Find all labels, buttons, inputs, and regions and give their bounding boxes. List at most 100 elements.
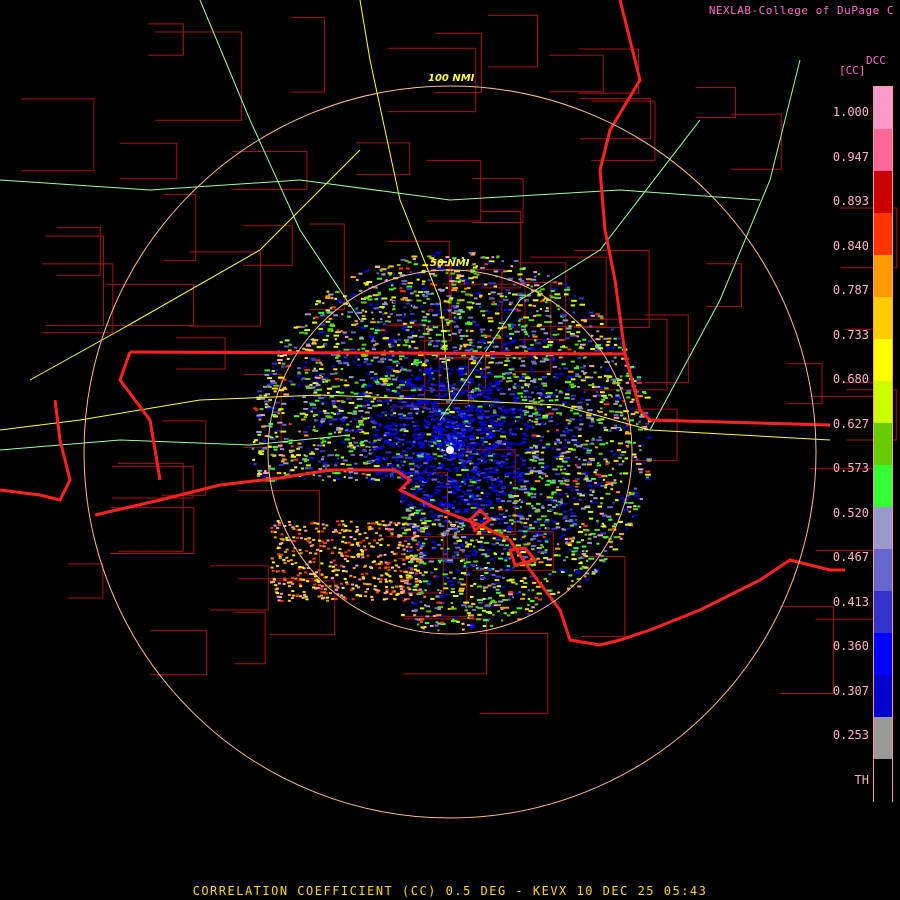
radar-echo (328, 293, 334, 296)
radar-echo (275, 435, 279, 438)
radar-echo (525, 299, 529, 302)
radar-echo (536, 540, 542, 542)
radar-echo (448, 486, 452, 489)
radar-echo (415, 378, 419, 381)
radar-echo (464, 287, 467, 290)
radar-echo (532, 535, 538, 538)
radar-echo (397, 522, 401, 525)
radar-echo (486, 416, 490, 419)
radar-echo (525, 333, 529, 336)
radar-echo (575, 456, 578, 459)
radar-echo (516, 397, 520, 400)
radar-echo (418, 329, 421, 332)
radar-echo (569, 524, 574, 527)
radar-echo (369, 371, 374, 373)
radar-echo (498, 557, 504, 560)
radar-echo (447, 356, 451, 359)
radar-echo (297, 375, 300, 378)
radar-echo (313, 391, 318, 394)
radar-echo (364, 283, 369, 286)
radar-echo (494, 553, 498, 556)
radar-echo (423, 470, 428, 473)
radar-echo (384, 440, 390, 443)
radar-echo (554, 293, 561, 296)
radar-echo (556, 448, 561, 451)
radar-echo (512, 373, 516, 376)
radar-echo (404, 417, 410, 420)
radar-echo (375, 542, 379, 545)
radar-echo (490, 404, 495, 407)
radar-echo (288, 380, 293, 383)
radar-echo (531, 606, 535, 609)
radar-echo (535, 423, 542, 426)
radar-echo (435, 417, 439, 420)
radar-echo (452, 391, 457, 394)
radar-echo (619, 537, 623, 540)
radar-echo (459, 345, 463, 348)
radar-echo (496, 585, 502, 588)
radar-echo (475, 551, 478, 554)
radar-echo (431, 292, 434, 295)
radar-echo (625, 381, 629, 384)
radar-echo (389, 399, 392, 402)
radar-echo (352, 446, 356, 449)
radar-echo (308, 467, 313, 470)
radar-echo (603, 396, 607, 399)
radar-echo (417, 459, 422, 462)
radar-echo (527, 589, 530, 592)
radar-echo (606, 347, 611, 350)
scale-segment (874, 549, 892, 592)
radar-echo (344, 438, 351, 441)
radar-echo (414, 525, 420, 528)
radar-echo (451, 456, 454, 459)
radar-echo (574, 343, 579, 346)
radar-echo (619, 472, 622, 475)
radar-echo (510, 265, 514, 268)
radar-echo (310, 522, 314, 525)
radar-echo (480, 545, 484, 548)
radar-echo (357, 364, 362, 367)
radar-echo (559, 536, 562, 539)
radar-echo (544, 538, 549, 541)
radar-echo (297, 367, 301, 370)
radar-echo (509, 519, 514, 522)
radar-echo (383, 566, 387, 569)
radar-echo (333, 479, 336, 482)
radar-echo (417, 405, 420, 408)
radar-echo (484, 572, 489, 574)
radar-echo (382, 471, 387, 474)
radar-echo (464, 349, 471, 352)
radar-echo (489, 501, 493, 504)
radar-echo (469, 617, 474, 620)
radar-echo (334, 378, 340, 380)
radar-echo (528, 415, 533, 418)
radar-echo (577, 385, 581, 388)
radar-echo (480, 536, 484, 539)
radar-echo (310, 357, 316, 360)
radar-echo (322, 380, 325, 383)
radar-echo (459, 544, 464, 547)
radar-echo (293, 326, 298, 329)
radar-echo (446, 295, 452, 298)
radar-echo (271, 530, 275, 533)
radar-echo (352, 323, 356, 326)
radar-echo (279, 596, 282, 598)
radar-echo (537, 470, 542, 473)
radar-echo (461, 622, 465, 625)
radar-echo (477, 416, 483, 419)
radar-echo (598, 410, 603, 413)
radar-echo (456, 313, 461, 316)
radar-echo (363, 461, 366, 464)
radar-echo (439, 481, 445, 484)
radar-echo (383, 592, 387, 595)
radar-echo (426, 369, 431, 372)
scale-tick-label: 0.413 (832, 594, 869, 609)
radar-echo (350, 453, 355, 456)
radar-echo (392, 370, 399, 373)
radar-echo (508, 428, 512, 431)
radar-echo (363, 595, 367, 598)
radar-echo (426, 297, 430, 300)
radar-echo (307, 447, 310, 450)
radar-echo (396, 314, 402, 317)
radar-echo (445, 286, 448, 289)
